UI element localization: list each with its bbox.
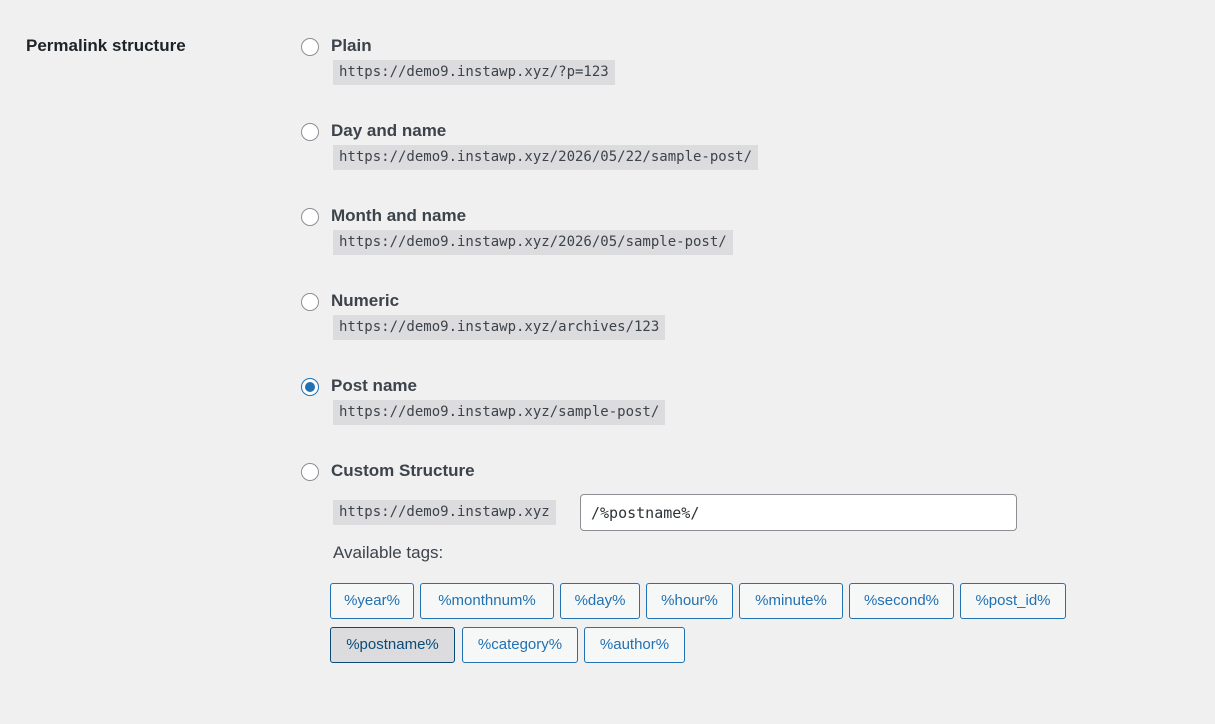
day-and-name-example-url: https://demo9.instawp.xyz/2026/05/22/sam…: [333, 145, 759, 170]
custom-structure-input[interactable]: [580, 494, 1017, 531]
available-tags-label: Available tags:: [333, 543, 444, 562]
permalink-settings-panel: Permalink structure Plain https://demo9.…: [0, 0, 1215, 724]
tag-postname-button[interactable]: %postname%: [330, 627, 455, 663]
plain-example-url: https://demo9.instawp.xyz/?p=123: [333, 60, 615, 85]
post-name-example-url: https://demo9.instawp.xyz/sample-post/: [333, 400, 666, 425]
custom-structure-label[interactable]: Custom Structure: [331, 461, 475, 481]
tag-monthnum-button[interactable]: %monthnum%: [420, 583, 554, 619]
tag-minute-button[interactable]: %minute%: [739, 583, 843, 619]
tag-author-button[interactable]: %author%: [584, 627, 685, 663]
month-and-name-radio[interactable]: [301, 208, 319, 226]
plain-label[interactable]: Plain: [331, 36, 372, 56]
month-and-name-label[interactable]: Month and name: [331, 206, 466, 226]
tag-post-id-button[interactable]: %post_id%: [960, 583, 1066, 619]
month-and-name-example-url: https://demo9.instawp.xyz/2026/05/sample…: [333, 230, 733, 255]
post-name-label[interactable]: Post name: [331, 376, 417, 396]
custom-structure-radio[interactable]: [301, 463, 319, 481]
numeric-radio[interactable]: [301, 293, 319, 311]
tag-category-button[interactable]: %category%: [462, 627, 578, 663]
tag-year-button[interactable]: %year%: [330, 583, 414, 619]
post-name-radio[interactable]: [301, 378, 319, 396]
tag-second-button[interactable]: %second%: [849, 583, 954, 619]
day-and-name-label[interactable]: Day and name: [331, 121, 446, 141]
permalink-structure-label: Permalink structure: [26, 36, 186, 55]
plain-radio[interactable]: [301, 38, 319, 56]
custom-structure-prefix: https://demo9.instawp.xyz: [333, 500, 556, 525]
tag-hour-button[interactable]: %hour%: [646, 583, 733, 619]
day-and-name-radio[interactable]: [301, 123, 319, 141]
tag-day-button[interactable]: %day%: [560, 583, 640, 619]
numeric-example-url: https://demo9.instawp.xyz/archives/123: [333, 315, 666, 340]
numeric-label[interactable]: Numeric: [331, 291, 399, 311]
